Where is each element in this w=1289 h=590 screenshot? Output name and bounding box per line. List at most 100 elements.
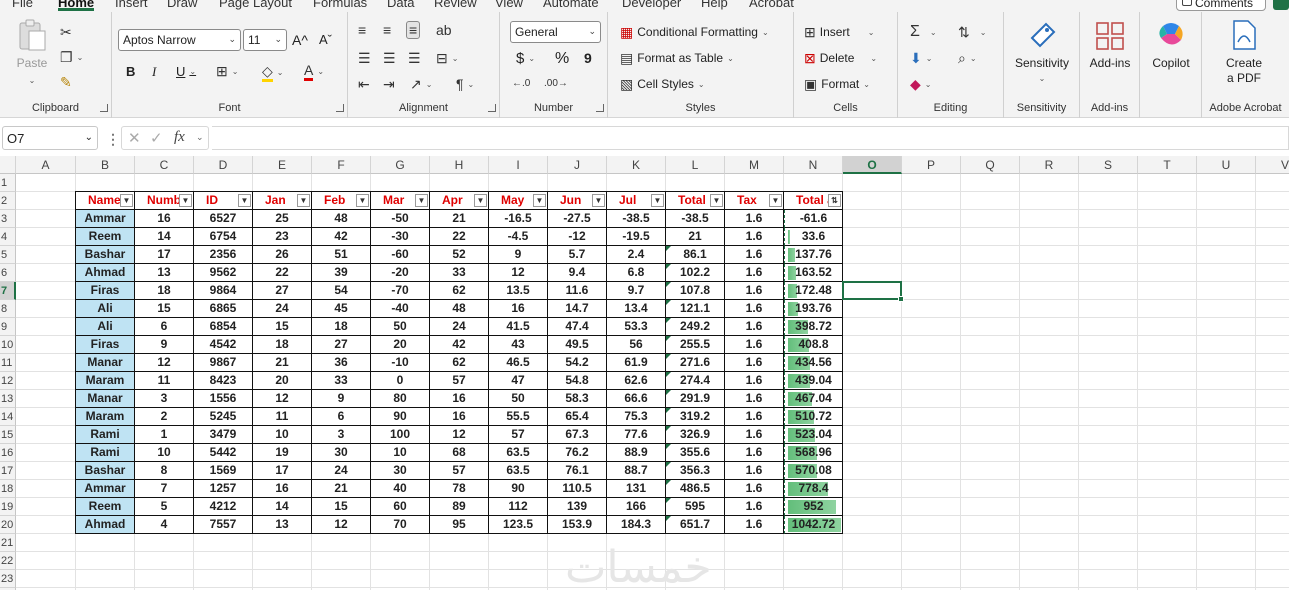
table-cell[interactable]: 76.2 [548, 444, 607, 462]
number-format-select[interactable]: General ⌄ [510, 21, 601, 43]
table-cell[interactable]: 36 [312, 354, 371, 372]
table-cell[interactable]: -40 [371, 300, 430, 318]
merge-center-button[interactable]: ⊟ ⌄ [436, 50, 458, 66]
table-cell[interactable]: 1.6 [725, 480, 784, 498]
table-cell[interactable]: 10 [371, 444, 430, 462]
column-header-k[interactable]: K [607, 156, 666, 174]
text-direction-button[interactable]: ↗ ⌄ [410, 76, 432, 92]
table-cell[interactable]: 778.4 [784, 480, 843, 498]
table-cell[interactable]: 1.6 [725, 390, 784, 408]
filter-dropdown-icon[interactable]: ▼ [238, 194, 251, 207]
table-cell[interactable]: 570.08 [784, 462, 843, 480]
table-cell[interactable]: 86.1 [666, 246, 725, 264]
table-cell[interactable]: 30 [371, 462, 430, 480]
table-cell[interactable]: 17 [253, 462, 312, 480]
table-cell[interactable]: 1.6 [725, 462, 784, 480]
table-cell[interactable]: 356.3 [666, 462, 725, 480]
row-header-8[interactable]: 8 [0, 300, 16, 318]
table-cell[interactable]: 56 [607, 336, 666, 354]
table-cell[interactable]: 8423 [194, 372, 253, 390]
filter-dropdown-icon[interactable]: ▼ [120, 194, 133, 207]
table-cell[interactable]: 63.5 [489, 444, 548, 462]
table-cell[interactable]: 50 [489, 390, 548, 408]
table-cell[interactable]: 68 [430, 444, 489, 462]
table-cell[interactable]: -50 [371, 210, 430, 228]
table-cell[interactable]: 57 [430, 372, 489, 390]
table-cell[interactable]: 62 [430, 282, 489, 300]
table-header-cell[interactable]: Name ▼ [76, 192, 135, 210]
table-cell[interactable]: 523.04 [784, 426, 843, 444]
filter-dropdown-icon[interactable]: ⇅ [828, 194, 841, 207]
row-header-23[interactable]: 23 [0, 570, 16, 588]
table-header-cell[interactable]: May ▼ [489, 192, 548, 210]
increase-decimal-button[interactable]: ←.0 [512, 76, 530, 92]
table-cell[interactable]: 48 [312, 210, 371, 228]
align-left-button[interactable]: ☰ [358, 50, 371, 66]
column-header-g[interactable]: G [371, 156, 430, 174]
table-cell[interactable]: 57 [489, 426, 548, 444]
more-options-icon[interactable]: ⋮ [106, 131, 120, 148]
table-cell[interactable]: 61.9 [607, 354, 666, 372]
table-cell[interactable]: 21 [253, 354, 312, 372]
table-cell[interactable]: 14 [135, 228, 194, 246]
font-family-select[interactable]: Aptos Narrow ⌄ [118, 29, 241, 51]
table-cell[interactable]: 9.7 [607, 282, 666, 300]
table-cell[interactable]: 3479 [194, 426, 253, 444]
table-cell[interactable]: 33.6 [784, 228, 843, 246]
table-cell[interactable]: 76.1 [548, 462, 607, 480]
menu-tab-data[interactable]: Data [387, 0, 414, 10]
table-cell[interactable]: 88.7 [607, 462, 666, 480]
table-cell[interactable]: 137.76 [784, 246, 843, 264]
italic-button[interactable]: I [152, 64, 156, 80]
grow-font-button[interactable]: A^ [292, 32, 308, 48]
table-cell[interactable]: 1 [135, 426, 194, 444]
align-middle-button[interactable]: ≡ [383, 22, 391, 38]
table-header-cell[interactable]: Jul ▼ [607, 192, 666, 210]
table-cell[interactable]: 9562 [194, 264, 253, 282]
table-cell[interactable]: 24 [312, 462, 371, 480]
font-launcher-icon[interactable] [336, 104, 344, 112]
table-cell[interactable]: 12 [430, 426, 489, 444]
table-cell[interactable]: 153.9 [548, 516, 607, 534]
table-cell[interactable]: 21 [430, 210, 489, 228]
percent-button[interactable]: % [555, 50, 569, 68]
column-header-e[interactable]: E [253, 156, 312, 174]
paste-button[interactable]: Paste ⌄ [14, 18, 50, 88]
table-cell[interactable]: 6 [135, 318, 194, 336]
create-pdf-button[interactable]: Create a PDF [1208, 18, 1280, 86]
decrease-decimal-button[interactable]: .00→ [544, 76, 568, 92]
table-cell[interactable]: 13 [253, 516, 312, 534]
table-cell[interactable]: 1.6 [725, 516, 784, 534]
table-cell[interactable]: 172.48 [784, 282, 843, 300]
table-cell[interactable]: 249.2 [666, 318, 725, 336]
table-cell[interactable]: 1.6 [725, 444, 784, 462]
table-cell[interactable]: 54 [312, 282, 371, 300]
table-cell[interactable]: 11.6 [548, 282, 607, 300]
table-cell[interactable]: 23 [253, 228, 312, 246]
copilot-button[interactable]: Copilot [1144, 18, 1198, 71]
table-cell[interactable]: 6865 [194, 300, 253, 318]
filter-dropdown-icon[interactable]: ▼ [769, 194, 782, 207]
table-cell[interactable]: 15 [312, 498, 371, 516]
filter-dropdown-icon[interactable]: ▼ [710, 194, 723, 207]
table-cell[interactable]: 16 [489, 300, 548, 318]
table-cell[interactable]: 42 [430, 336, 489, 354]
row-header-20[interactable]: 20 [0, 516, 16, 534]
table-cell[interactable]: 22 [253, 264, 312, 282]
orientation-button[interactable]: ab [436, 22, 452, 38]
table-header-cell[interactable]: Jun ▼ [548, 192, 607, 210]
column-header-l[interactable]: L [666, 156, 725, 174]
fill-color-button[interactable]: ◇ ⌄ [262, 63, 283, 82]
table-cell[interactable]: 47 [489, 372, 548, 390]
table-cell[interactable]: Reem [76, 498, 135, 516]
table-header-cell[interactable]: Jan ▼ [253, 192, 312, 210]
table-cell[interactable]: 166 [607, 498, 666, 516]
table-cell[interactable]: 13.5 [489, 282, 548, 300]
insert-cells-button[interactable]: ⊞ Insert ⌄ [804, 24, 874, 40]
row-header-18[interactable]: 18 [0, 480, 16, 498]
table-cell[interactable]: 112 [489, 498, 548, 516]
table-cell[interactable]: 20 [371, 336, 430, 354]
row-header-7[interactable]: 7 [0, 282, 16, 300]
filter-dropdown-icon[interactable]: ▼ [297, 194, 310, 207]
filter-dropdown-icon[interactable]: ▼ [651, 194, 664, 207]
